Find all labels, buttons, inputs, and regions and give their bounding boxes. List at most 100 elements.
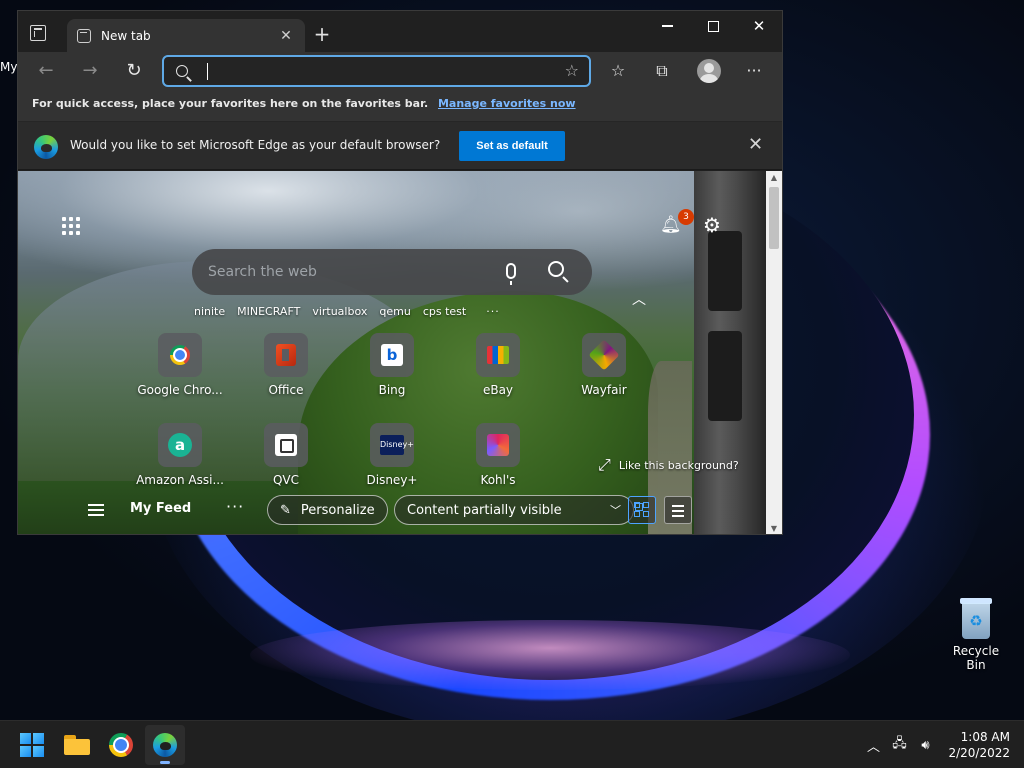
- clock[interactable]: 1:08 AM 2/20/2022: [938, 729, 1024, 761]
- tile-label: eBay: [482, 383, 514, 397]
- disney-plus-icon: Disney+: [370, 423, 414, 467]
- profile-avatar[interactable]: [697, 59, 721, 83]
- notifications-bell-icon[interactable]: 🔔︎: [660, 215, 682, 237]
- search-icon: [176, 65, 188, 77]
- microphone-icon[interactable]: [506, 263, 516, 285]
- favorites-icon[interactable]: ☆: [606, 59, 630, 83]
- tab-close-icon[interactable]: ✕: [277, 28, 295, 44]
- recent-searches: ninite MINECRAFT virtualbox qemu cps tes…: [194, 305, 512, 318]
- tile-label: QVC: [272, 473, 300, 487]
- quick-link-tile[interactable]: a Amazon Assi...: [135, 423, 225, 487]
- show-hidden-icons-chevron-icon[interactable]: ︿: [860, 730, 886, 760]
- quick-link-tile[interactable]: Disney+ Disney+: [347, 423, 437, 487]
- file-explorer-icon: [64, 735, 90, 755]
- windows-start-icon: [20, 733, 44, 757]
- quick-link-tile[interactable]: Office: [241, 333, 331, 397]
- desktop-icon-label-partial[interactable]: My: [0, 60, 17, 74]
- system-tray: ︿ 🖧︎ 🔊︎ 1:08 AM 2/20/2022: [860, 721, 1024, 768]
- recent-search-item[interactable]: MINECRAFT: [237, 305, 300, 318]
- wayfair-icon: [582, 333, 626, 377]
- set-as-default-button[interactable]: Set as default: [459, 131, 565, 161]
- minimize-button[interactable]: [644, 11, 690, 41]
- tile-label: Wayfair: [581, 383, 627, 397]
- quick-link-tile[interactable]: eBay: [453, 333, 543, 397]
- quick-link-tile[interactable]: b Bing: [347, 333, 437, 397]
- chevron-down-icon: ﹀: [610, 504, 621, 517]
- infobar-close-icon[interactable]: ✕: [748, 134, 763, 155]
- taskbar: ︿ 🖧︎ 🔊︎ 1:08 AM 2/20/2022: [0, 720, 1024, 768]
- chevron-up-icon[interactable]: ︿: [632, 289, 646, 309]
- default-browser-infobar: Would you like to set Microsoft Edge as …: [18, 122, 782, 170]
- tab-title: New tab: [101, 28, 151, 43]
- kohls-icon: [476, 423, 520, 467]
- content-visibility-dropdown[interactable]: Content partially visible ﹀: [394, 495, 634, 525]
- maximize-icon: [707, 20, 719, 32]
- ebay-icon: [476, 333, 520, 377]
- collections-icon[interactable]: ⧉: [650, 59, 674, 83]
- tab-new-tab[interactable]: New tab ✕: [67, 19, 305, 52]
- manage-favorites-link[interactable]: Manage favorites now: [438, 97, 576, 110]
- recent-search-item[interactable]: ninite: [194, 305, 225, 318]
- maximize-button[interactable]: [690, 11, 736, 41]
- recent-searches-more[interactable]: ···: [486, 305, 500, 318]
- add-favorite-star-icon[interactable]: ☆: [565, 61, 579, 80]
- notification-count-badge: 3: [678, 209, 694, 225]
- quick-link-tile[interactable]: Wayfair: [559, 333, 649, 397]
- start-button[interactable]: [12, 725, 52, 765]
- file-explorer-button[interactable]: [57, 725, 97, 765]
- feed-more-options[interactable]: ···: [226, 497, 244, 516]
- close-window-button[interactable]: ✕: [736, 11, 782, 41]
- quick-link-tile[interactable]: QVC: [241, 423, 331, 487]
- like-background-label: Like this background?: [618, 458, 739, 472]
- scroll-down-arrow-icon[interactable]: ▼: [766, 522, 782, 534]
- settings-and-more-icon[interactable]: ···: [742, 59, 766, 83]
- address-bar[interactable]: ☆: [162, 55, 591, 87]
- volume-icon[interactable]: 🔊︎: [912, 730, 938, 760]
- tile-label: Office: [268, 383, 304, 397]
- recent-search-item[interactable]: cps test: [423, 305, 466, 318]
- page-settings-gear-icon[interactable]: ⚙: [703, 213, 721, 237]
- network-icon[interactable]: 🖧︎: [886, 730, 912, 760]
- amazon-assistant-icon: a: [158, 423, 202, 467]
- quick-link-tile[interactable]: Google Chro...: [135, 333, 225, 397]
- my-feed-label[interactable]: My Feed: [130, 501, 191, 516]
- hamburger-menu-icon[interactable]: [88, 504, 104, 516]
- quick-link-tile[interactable]: Kohl's: [453, 423, 543, 487]
- recent-search-item[interactable]: qemu: [379, 305, 410, 318]
- navigation-toolbar: ← → ↻ ☆ ☆ ⧉ ···: [18, 52, 782, 90]
- text-caret: [207, 63, 208, 80]
- title-bar: New tab ✕ + ✕: [18, 11, 782, 52]
- edge-logo-icon: [34, 135, 58, 159]
- pencil-icon: ✎: [280, 502, 291, 518]
- new-tab-button[interactable]: +: [311, 23, 333, 45]
- back-arrow-icon[interactable]: ←: [34, 59, 58, 83]
- chrome-icon: [158, 333, 202, 377]
- scrollbar-thumb[interactable]: [769, 187, 779, 249]
- refresh-icon[interactable]: ↻: [122, 59, 146, 83]
- page-scrollbar[interactable]: ▲ ▼: [766, 171, 782, 534]
- recycle-bin-icon: ♻: [958, 598, 994, 640]
- tab-actions-menu-icon[interactable]: [30, 25, 46, 41]
- like-background-link[interactable]: ⤢ Like this background?: [598, 455, 739, 475]
- edge-browser-window: New tab ✕ + ✕ ← → ↻ ☆ ☆ ⧉ ··· For quick …: [17, 10, 783, 535]
- expand-icon: ⤢: [598, 455, 611, 474]
- web-search-input[interactable]: [208, 261, 488, 283]
- forward-arrow-icon[interactable]: →: [78, 59, 102, 83]
- close-icon: ✕: [752, 17, 766, 35]
- clock-time: 1:08 AM: [960, 730, 1010, 744]
- chrome-taskbar-button[interactable]: [101, 725, 141, 765]
- minimize-icon: [661, 25, 673, 27]
- search-submit-icon[interactable]: [548, 261, 564, 277]
- app-launcher-icon[interactable]: [62, 217, 80, 235]
- grid-view-button[interactable]: [628, 496, 656, 524]
- recycle-bin-desktop-icon[interactable]: ♻ Recycle Bin: [942, 598, 1010, 672]
- scroll-up-arrow-icon[interactable]: ▲: [766, 171, 782, 185]
- edge-taskbar-button[interactable]: [145, 725, 185, 765]
- chrome-icon: [109, 733, 133, 757]
- clock-date: 2/20/2022: [948, 746, 1010, 760]
- recent-search-item[interactable]: virtualbox: [312, 305, 367, 318]
- list-view-button[interactable]: [664, 496, 692, 524]
- edge-icon: [153, 733, 177, 757]
- personalize-button[interactable]: ✎ Personalize: [267, 495, 388, 525]
- tile-label: Kohl's: [480, 473, 516, 487]
